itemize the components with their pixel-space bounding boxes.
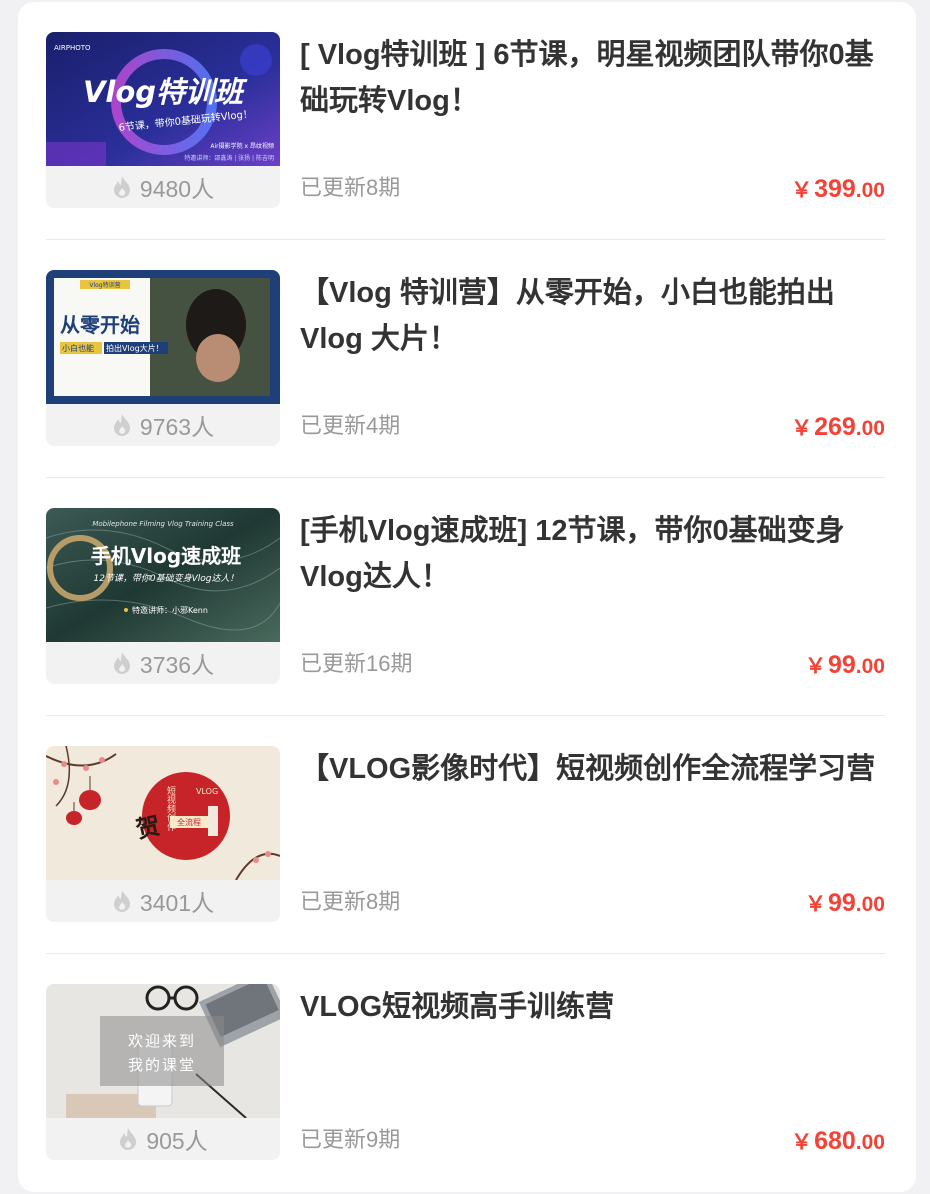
flame-icon <box>113 652 130 674</box>
divider <box>46 953 885 954</box>
brand-logo-text: AIRPHOTO <box>54 44 91 52</box>
update-status: 已更新8期 <box>300 175 401 200</box>
thumbnail-line2: 我的课堂 <box>128 1056 196 1074</box>
divider <box>46 239 885 240</box>
course-item[interactable]: AIRPHOTO Vlog特训班 6节课，带你0基础玩转Vlog！ Air摄影学… <box>46 32 885 242</box>
divider <box>46 477 885 478</box>
flame-icon <box>113 890 130 912</box>
student-count-label: 9480人 <box>139 176 215 202</box>
thumbnail-line1: 欢迎来到 <box>128 1032 196 1050</box>
course-price: ￥680.00 <box>791 1126 885 1156</box>
student-count-label: 9763人 <box>139 414 215 440</box>
thumbnail-label: VLOG <box>196 787 218 796</box>
student-count: 9763人 <box>46 404 280 446</box>
course-thumbnail[interactable]: AIRPHOTO Vlog特训班 6节课，带你0基础玩转Vlog！ Air摄影学… <box>46 32 280 166</box>
student-count: 905人 <box>46 1118 280 1160</box>
thumbnail-subtitle: 12节课，带你0基础变身Vlog达人！ <box>93 573 238 584</box>
course-list-card: AIRPHOTO Vlog特训班 6节课，带你0基础玩转Vlog！ Air摄影学… <box>18 2 916 1192</box>
price-decimal: .00 <box>855 893 885 916</box>
course-title[interactable]: VLOG短视频高手训练营 <box>300 984 885 1030</box>
course-price: ￥399.00 <box>791 174 885 204</box>
thumbnail-teacher: 特邀讲师：小邪Kenn <box>132 605 208 615</box>
course-thumbnail[interactable]: Vlog特训营 从零开始 小白也能 拍出Vlog大片！ <box>46 270 280 404</box>
divider <box>46 715 885 716</box>
course-item[interactable]: Mobilephone Filming Vlog Training Class … <box>46 508 885 718</box>
thumbnail-tag: Vlog特训营 <box>89 281 120 289</box>
course-item[interactable]: 欢迎来到 我的课堂 905人 VLOG短视频高手训练营 已更新9期 ￥680.0… <box>46 984 885 1194</box>
course-price: ￥99.00 <box>805 888 885 918</box>
currency-symbol: ￥ <box>804 893 826 916</box>
update-status: 已更新8期 <box>300 889 401 914</box>
course-item[interactable]: Vlog特训营 从零开始 小白也能 拍出Vlog大片！ 9763人 【Vlog … <box>46 270 885 480</box>
update-status: 已更新16期 <box>300 651 413 676</box>
course-price: ￥269.00 <box>791 412 885 442</box>
course-thumbnail[interactable]: 贺 短视频创作 全流程 VLOG <box>46 746 280 880</box>
course-title[interactable]: [ Vlog特训班 ] 6节课，明星视频团队带你0基础玩转Vlog！ <box>300 32 885 124</box>
thumbnail-top-text: Mobilephone Filming Vlog Training Class <box>92 520 234 528</box>
course-price: ￥99.00 <box>805 650 885 680</box>
student-count: 9480人 <box>46 166 280 208</box>
student-count-label: 3736人 <box>139 652 215 678</box>
thumbnail-brand: Air摄影学院 x 昂纹视频 <box>210 142 274 150</box>
thumbnail-credits: 特邀讲师：邵鑫涛 | 张扬 | 陈吉明 <box>184 154 274 162</box>
currency-symbol: ￥ <box>791 417 813 440</box>
update-status: 已更新9期 <box>300 1127 401 1152</box>
currency-symbol: ￥ <box>791 1131 813 1154</box>
student-count-label: 3401人 <box>139 890 215 916</box>
thumbnail-headline: Vlog特训班 <box>83 75 248 109</box>
currency-symbol: ￥ <box>791 179 813 202</box>
price-decimal: .00 <box>855 417 885 440</box>
price-decimal: .00 <box>855 655 885 678</box>
price-integer: 99 <box>827 889 856 917</box>
thumbnail-headline: 手机Vlog速成班 <box>91 544 241 568</box>
student-count: 3736人 <box>46 642 280 684</box>
currency-symbol: ￥ <box>804 655 826 678</box>
student-count-label: 905人 <box>146 1128 208 1154</box>
course-thumbnail[interactable]: Mobilephone Filming Vlog Training Class … <box>46 508 280 642</box>
thumbnail-subtitle-b: 拍出Vlog大片！ <box>106 343 164 353</box>
flame-icon <box>120 1128 137 1150</box>
price-integer: 399 <box>814 175 856 203</box>
course-title[interactable]: 【VLOG影像时代】短视频创作全流程学习营 <box>300 746 885 792</box>
flame-icon <box>113 414 130 436</box>
price-decimal: .00 <box>855 179 885 202</box>
thumbnail-badge: 全流程 <box>177 817 201 827</box>
price-integer: 99 <box>827 651 856 679</box>
thumbnail-subtitle-a: 小白也能 <box>62 343 94 353</box>
price-integer: 680 <box>814 1127 856 1155</box>
course-thumbnail[interactable]: 欢迎来到 我的课堂 <box>46 984 280 1118</box>
course-title[interactable]: 【Vlog 特训营】从零开始，小白也能拍出 Vlog 大片！ <box>300 270 885 362</box>
price-integer: 269 <box>814 413 856 441</box>
price-decimal: .00 <box>855 1131 885 1154</box>
thumbnail-headline: 从零开始 <box>60 313 140 337</box>
student-count: 3401人 <box>46 880 280 922</box>
course-title[interactable]: [手机Vlog速成班] 12节课，带你0基础变身Vlog达人！ <box>300 508 885 600</box>
course-item[interactable]: 贺 短视频创作 全流程 VLOG 3401人 【VLOG影像时代】短视频创作全流… <box>46 746 885 956</box>
update-status: 已更新4期 <box>300 413 401 438</box>
flame-icon <box>113 176 130 198</box>
